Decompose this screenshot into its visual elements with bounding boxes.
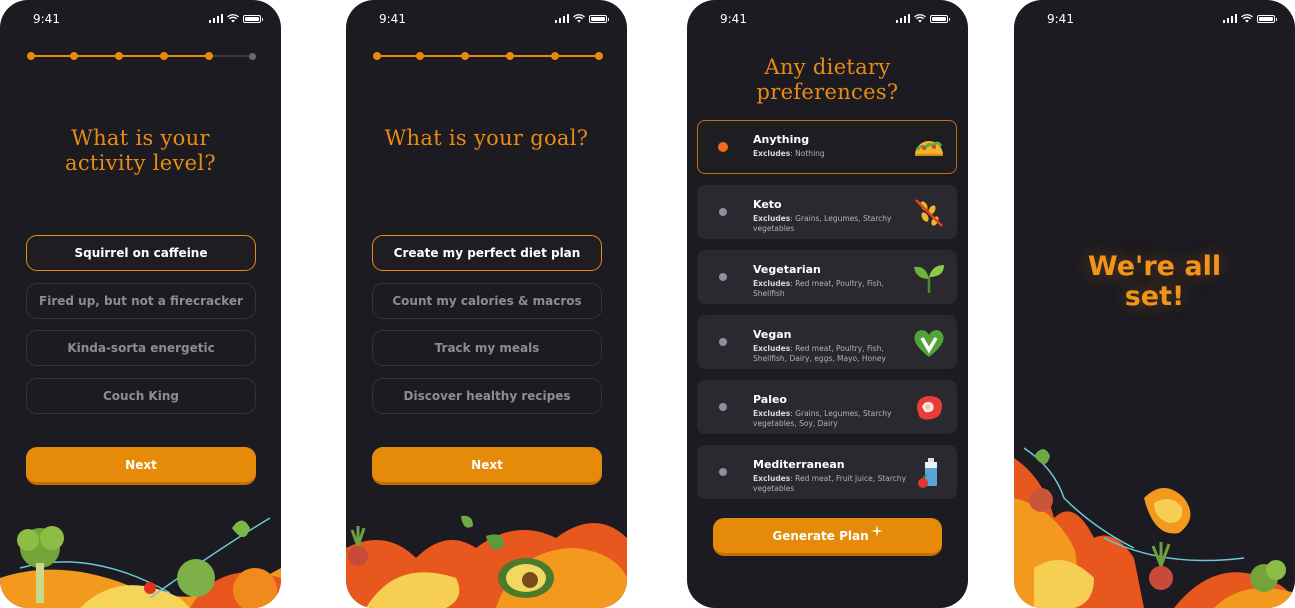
diet-excludes: Excludes: Red meat, Fruit juice, Starchy… (753, 474, 907, 493)
battery-icon (930, 15, 950, 23)
diet-name: Anything (753, 133, 810, 146)
signal-icon (554, 14, 569, 23)
status-bar: 9:41 (0, 12, 281, 28)
activity-level-screen: 9:41 What is your activity level? Squirr… (0, 0, 281, 608)
option-track-meals[interactable]: Track my meals (372, 330, 602, 366)
radio-selected[interactable] (718, 142, 728, 152)
diet-excludes: Excludes: Grains, Legumes, Starchy veget… (753, 409, 892, 428)
onboarding-progress (27, 51, 256, 61)
wifi-icon (1241, 14, 1253, 23)
next-button[interactable]: Next (26, 447, 256, 485)
option-create-diet-plan[interactable]: Create my perfect diet plan (372, 235, 602, 271)
vegetables-illustration (346, 515, 627, 608)
sprout-icon (914, 265, 944, 293)
option-couch-king[interactable]: Couch King (26, 378, 256, 414)
option-count-calories[interactable]: Count my calories & macros (372, 283, 602, 319)
status-time: 9:41 (720, 12, 747, 26)
battery-icon (243, 15, 263, 23)
page-title: What is your goal? (384, 126, 589, 150)
signal-icon (1222, 14, 1237, 23)
diet-option-vegan[interactable]: Vegan Excludes: Red meat, Poultry, Fish,… (697, 315, 957, 369)
sparkle-icon (870, 524, 883, 537)
dietary-preferences-screen: 9:41 Any dietary preferences? Anything E… (687, 0, 968, 608)
diet-name: Vegetarian (753, 263, 821, 276)
onboarding-progress (373, 51, 603, 61)
radio-unselected[interactable] (719, 468, 727, 476)
taco-icon (915, 141, 943, 156)
page-title: Any dietary preferences? (756, 55, 899, 104)
juice-box-icon (918, 458, 937, 488)
status-icons (895, 14, 950, 23)
option-kinda-sorta-energetic[interactable]: Kinda-sorta energetic (26, 330, 256, 366)
vegan-heart-icon (914, 330, 944, 357)
option-fired-up[interactable]: Fired up, but not a firecracker (26, 283, 256, 319)
status-time: 9:41 (379, 12, 406, 26)
diet-option-mediterranean[interactable]: Mediterranean Excludes: Red meat, Fruit … (697, 445, 957, 499)
status-icons (208, 14, 263, 23)
diet-option-paleo[interactable]: Paleo Excludes: Grains, Legumes, Starchy… (697, 380, 957, 434)
status-time: 9:41 (33, 12, 60, 26)
battery-icon (589, 15, 609, 23)
diet-name: Mediterranean (753, 458, 845, 471)
battery-icon (1257, 15, 1277, 23)
diet-name: Paleo (753, 393, 787, 406)
status-bar: 9:41 (346, 12, 627, 28)
diet-excludes: Excludes: Nothing (753, 149, 825, 158)
radio-unselected[interactable] (719, 338, 727, 346)
vegetables-illustration (1014, 447, 1295, 608)
option-discover-recipes[interactable]: Discover healthy recipes (372, 378, 602, 414)
next-button[interactable]: Next (372, 447, 602, 485)
wifi-icon (573, 14, 585, 23)
goal-screen: 9:41 What is your goal? Create my perfec… (346, 0, 627, 608)
diet-name: Keto (753, 198, 782, 211)
wifi-icon (227, 14, 239, 23)
status-bar: 9:41 (1014, 12, 1295, 28)
radio-unselected[interactable] (719, 208, 727, 216)
radio-unselected[interactable] (719, 403, 727, 411)
status-icons (1222, 14, 1277, 23)
no-grain-icon (915, 199, 943, 227)
diet-option-anything[interactable]: Anything Excludes: Nothing (697, 120, 957, 174)
diet-excludes: Excludes: Red meat, Poultry, Fish, Shell… (753, 344, 886, 363)
vegetables-illustration (0, 517, 281, 608)
status-time: 9:41 (1047, 12, 1074, 26)
diet-excludes: Excludes: Grains, Legumes, Starchy veget… (753, 214, 892, 233)
status-icons (554, 14, 609, 23)
status-bar: 9:41 (687, 12, 968, 28)
steak-icon (916, 396, 942, 420)
diet-option-vegetarian[interactable]: Vegetarian Excludes: Red meat, Poultry, … (697, 250, 957, 304)
signal-icon (895, 14, 910, 23)
all-set-screen: 9:41 We're all set! (1014, 0, 1295, 608)
completion-message: We're all set! (1087, 251, 1222, 312)
wifi-icon (914, 14, 926, 23)
page-title: What is your activity level? (65, 126, 216, 175)
diet-excludes: Excludes: Red meat, Poultry, Fish, Shell… (753, 279, 884, 298)
option-squirrel-on-caffeine[interactable]: Squirrel on caffeine (26, 235, 256, 271)
radio-unselected[interactable] (719, 273, 727, 281)
generate-plan-button[interactable]: Generate Plan (713, 518, 942, 556)
diet-option-keto[interactable]: Keto Excludes: Grains, Legumes, Starchy … (697, 185, 957, 239)
diet-name: Vegan (753, 328, 792, 341)
signal-icon (208, 14, 223, 23)
